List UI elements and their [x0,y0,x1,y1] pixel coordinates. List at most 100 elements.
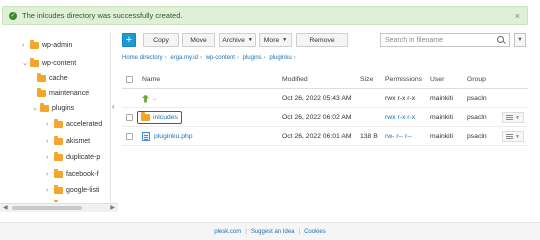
row-checkbox[interactable] [126,133,133,140]
footer-link-cookies[interactable]: Cookies [304,229,326,235]
tree-item-cache[interactable]: cache [37,71,68,85]
scroll-left-icon[interactable]: ◀ [3,204,8,211]
tree-item-label: duplicate-p [66,153,101,161]
breadcrumb-item[interactable]: pluginku [269,55,291,61]
footer-link-plesk[interactable]: plesk.com [214,229,241,235]
chevron-down-icon[interactable]: ⌄ [32,104,38,112]
chevron-right-icon[interactable]: › [46,121,52,128]
modified-cell: Oct 26, 2022 06:02 AM [282,114,352,121]
user-cell: mainkiti [430,133,454,140]
table-row[interactable]: .. Oct 26, 2022 05:43 AM rwx r-x r-x mai… [122,89,528,108]
permissions-cell[interactable]: rwx r-x r-x [385,108,415,127]
breadcrumb-item[interactable]: plugins [243,55,262,61]
table-row[interactable]: pluginku.php Oct 26, 2022 06:01 AM 138 B… [122,127,528,146]
add-button[interactable]: + [122,33,136,47]
chevron-right-icon[interactable]: › [22,42,28,49]
column-header-size[interactable]: Size [360,70,373,89]
tree-item-accelerated[interactable]: › accelerated [46,117,102,131]
tree-item-wp-admin[interactable]: › wp-admin [22,38,72,52]
chevron-down-icon: ▼ [247,37,253,43]
folder-icon [54,135,63,145]
chevron-right-icon[interactable]: › [46,154,52,161]
checkmark-icon: ✓ [9,11,17,20]
folder-icon [37,87,46,97]
archive-button[interactable]: Archive ▼ [219,33,256,47]
breadcrumb-item[interactable]: erga.my.id [170,55,198,61]
close-icon[interactable]: × [515,11,520,21]
tree-item-label: maintenance [49,89,90,97]
tree-item-facebook-f[interactable]: › facebook-f [46,167,99,181]
tree-item-label: wp-admin [42,41,73,49]
tree-item-akismet[interactable]: › akismet [46,134,90,148]
chevron-down-icon: ▼ [515,114,520,121]
search-options-dropdown[interactable]: ▼ [514,33,526,47]
row-actions-button[interactable]: ▼ [502,131,524,142]
tree-item-label: accelerated [66,120,103,128]
tree-item-label: cache [49,74,68,82]
chevron-right-icon[interactable]: › [46,138,52,145]
column-header-group[interactable]: Group [467,70,486,89]
tree-item-label: plugins [52,104,75,112]
tree-item-plugins[interactable]: ⌄ plugins [32,101,74,115]
chevron-down-icon: ▼ [517,37,523,43]
remove-button[interactable]: Remove [296,33,348,47]
tree-item-jetpack[interactable]: › jetpack [46,198,88,202]
more-label: More [263,36,280,44]
search-icon[interactable] [497,36,504,43]
breadcrumb-item[interactable]: Home directory [122,55,163,61]
scroll-right-icon[interactable]: ▶ [110,204,115,211]
row-actions-button[interactable]: ▼ [502,112,524,123]
size-cell: 138 B [360,133,378,140]
permissions-cell[interactable]: rwx r-x r-x [385,89,415,108]
select-all-checkbox[interactable] [126,76,133,83]
tree-item-label: jetpack [66,202,88,203]
footer-link-suggest-idea[interactable]: Suggest an Idea [251,229,295,235]
file-name-link[interactable]: inlcudes [153,114,178,121]
column-header-modified[interactable]: Modified [282,70,308,89]
table-row[interactable]: inlcudes Oct 26, 2022 06:02 AM rwx r-x r… [122,108,528,127]
chevron-right-icon[interactable]: › [46,171,52,178]
breadcrumb-item[interactable]: wp-content [206,55,235,61]
collapse-left-icon[interactable]: ‹ [112,102,115,111]
column-header-name[interactable]: Name [142,70,160,89]
file-toolbar: + Copy Move Archive ▼ More ▼ Remove Sear… [122,33,528,48]
file-name-link[interactable]: .. [153,95,157,102]
tree-item-label: akismet [66,137,91,145]
modified-cell: Oct 26, 2022 05:43 AM [282,95,352,102]
folder-icon [54,184,63,194]
menu-icon [506,134,514,139]
folder-tree: › wp-admin ⌄ wp-content cache maintenanc… [0,32,110,202]
tree-horizontal-scrollbar[interactable]: ◀ ▶ [0,203,118,212]
column-header-permissions[interactable]: Permissions [385,70,422,89]
copy-button[interactable]: Copy [143,33,179,47]
chevron-down-icon[interactable]: ⌄ [22,59,28,67]
chevron-down-icon: ▼ [515,133,520,140]
user-cell: mainkiti [430,114,454,121]
panel-splitter[interactable]: ‹ [110,32,118,202]
tree-item-google-listi[interactable]: › google-listi [46,183,99,197]
scrollbar-thumb[interactable] [12,206,82,210]
move-button[interactable]: Move [182,33,215,47]
tree-item-wp-content[interactable]: ⌄ wp-content [22,56,76,70]
row-checkbox[interactable] [126,114,133,121]
breadcrumb: Home directory › erga.my.id › wp-content › … [122,55,296,61]
success-notice: ✓ The inlcudes directory was successfull… [2,6,528,25]
chevron-right-icon[interactable]: › [46,187,52,194]
group-cell: psacln [467,133,487,140]
user-cell: mainkiti [430,95,454,102]
search-placeholder: Search in filename [385,36,443,44]
file-name-link[interactable]: pluginku.php [154,133,193,140]
tree-item-label: facebook-f [66,170,99,178]
chevron-down-icon: ▼ [282,37,288,43]
permissions-cell[interactable]: rw- r-- r-- [385,127,412,146]
page-footer: plesk.com | Suggest an Idea | Cookies [0,222,540,240]
tree-item-maintenance[interactable]: maintenance [37,86,89,100]
folder-icon [54,199,63,202]
chevron-right-icon[interactable]: › [46,202,52,203]
folder-icon [54,118,63,128]
tree-item-duplicate-p[interactable]: › duplicate-p [46,150,100,164]
more-button[interactable]: More ▼ [259,33,292,47]
search-input[interactable]: Search in filename [380,33,510,47]
column-header-user[interactable]: User [430,70,444,89]
table-header: Name Modified Size Permissions User Grou… [122,70,528,89]
